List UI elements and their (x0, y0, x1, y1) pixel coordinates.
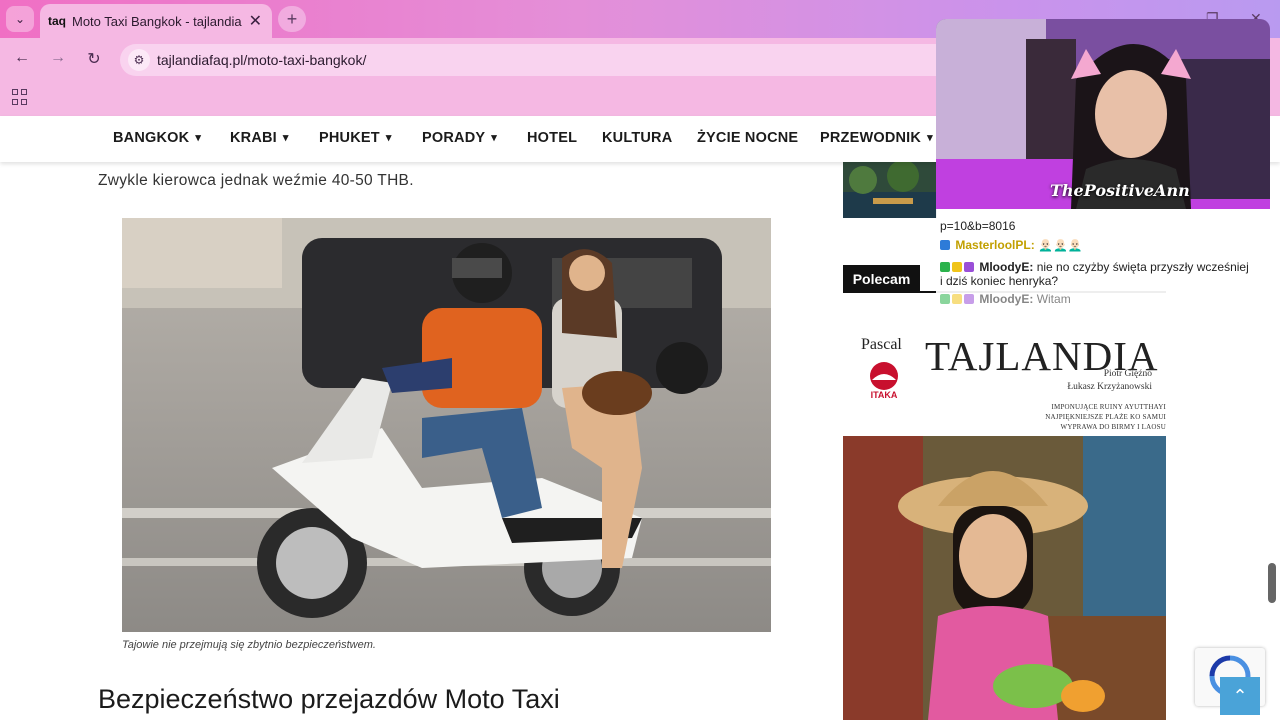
book-highlights: IMPONUJĄCE RUINY AYUTTHAYI NAJPIĘKNIEJSZ… (1045, 402, 1166, 432)
chat-username: MasterloolPL: (955, 238, 1035, 252)
nav-label: KULTURA (602, 130, 673, 146)
active-tab[interactable]: taq Moto Taxi Bangkok - tajlandiaF ✕ (40, 4, 272, 38)
imprint-label: ITAKA (871, 390, 898, 400)
chat-text: nie no czyżby święta przyszły wcześniej (1036, 260, 1249, 274)
subscriber-badge-icon (940, 240, 950, 250)
tab-search-button[interactable]: ⌄ (6, 6, 34, 32)
nav-label: PHUKET (319, 130, 380, 146)
chat-username: MloodyE: (979, 260, 1034, 274)
stream-overlay: ThePositiveAnn p=10&b=8016 MasterloolPL:… (936, 19, 1270, 309)
chevron-down-icon: ▾ (385, 132, 392, 144)
forward-icon[interactable]: → (46, 49, 70, 71)
resort-thumbnail-image (843, 162, 937, 218)
moderator-badge-icon (940, 294, 950, 304)
nav-label: PRZEWODNIK (820, 130, 922, 146)
book-ad[interactable]: Pascal ITAKA TAJLANDIA Piotr Gięźno Łuka… (843, 322, 1166, 720)
photo-caption: Tajowie nie przejmują się zbytnio bezpie… (122, 639, 376, 651)
nav-label: ŻYCIE NOCNE (697, 130, 799, 146)
chat-text: Witam (1036, 292, 1071, 306)
nav-label: PORADY (422, 130, 486, 146)
chat-username: MloodyE: (979, 292, 1034, 306)
moto-taxi-photo (122, 218, 771, 632)
scroll-to-top-button[interactable]: ⌃ (1220, 677, 1260, 715)
chat-panel: p=10&b=8016 MasterloolPL: 👨🏻‍🦲👨🏻‍🦲👨🏻‍🦲 M… (936, 209, 1270, 309)
scrollbar-thumb[interactable] (1268, 563, 1276, 603)
nav-item-phuket[interactable]: PHUKET ▾ (319, 130, 392, 146)
nav-item-hotel[interactable]: HOTEL (527, 130, 577, 146)
tab-title: Moto Taxi Bangkok - tajlandiaF (72, 13, 242, 29)
chevron-down-icon: ▾ (927, 132, 933, 144)
nav-item-bangkok[interactable]: BANGKOK ▾ (113, 130, 201, 146)
webcam-feed: ThePositiveAnn (936, 19, 1270, 209)
chat-message: p=10&b=8016 (940, 219, 1015, 233)
reload-icon[interactable]: ↻ (82, 49, 106, 71)
chevron-down-icon: ▾ (282, 132, 289, 144)
heart-badge-icon (952, 262, 962, 272)
new-tab-button[interactable]: + (278, 6, 306, 32)
nav-label: HOTEL (527, 130, 578, 146)
streamer-name: ThePositiveAnn (1050, 181, 1190, 200)
chat-message: MasterloolPL: 👨🏻‍🦲👨🏻‍🦲👨🏻‍🦲 (940, 238, 1083, 252)
heart-badge-icon (952, 294, 962, 304)
section-heading: Bezpieczeństwo przejazdów Moto Taxi (98, 684, 560, 714)
chevron-down-icon: ▾ (195, 132, 202, 144)
author-name: Łukasz Krzyżanowski (1067, 382, 1152, 392)
nav-item-krabi[interactable]: KRABI ▾ (230, 130, 289, 146)
vip-badge-icon (964, 294, 974, 304)
article-paragraph: Zwykle kierowca jednak weźmie 40-50 THB. (98, 172, 414, 189)
apps-grid-icon[interactable] (12, 89, 28, 105)
nav-label: BANGKOK (113, 130, 190, 146)
close-tab-icon[interactable]: ✕ (249, 11, 262, 31)
nav-item-porady[interactable]: PORADY ▾ (422, 130, 497, 146)
url-text: tajlandiafaq.pl/moto-taxi-bangkok/ (157, 52, 367, 68)
chat-text: p=10&b=8016 (940, 219, 1016, 233)
sidebar-thumbnail[interactable] (843, 162, 937, 218)
site-info-icon[interactable]: ⚙ (128, 49, 150, 71)
chat-message: i dziś koniec henryka? (940, 274, 1058, 288)
back-icon[interactable]: ← (10, 49, 34, 71)
nav-item-zycie-nocne[interactable]: ŻYCIE NOCNE (697, 130, 798, 146)
chat-text: i dziś koniec henryka? (940, 274, 1059, 288)
chat-text: 👨🏻‍🦲👨🏻‍🦲👨🏻‍🦲 (1038, 238, 1083, 252)
sidebar-section-title: Polecam (843, 265, 920, 293)
vip-badge-icon (964, 262, 974, 272)
book-cover-photo (843, 436, 1166, 720)
screen: ⌄ taq Moto Taxi Bangkok - tajlandiaF ✕ +… (0, 0, 1280, 720)
book-highlight: WYPRAWA DO BIRMY I LAOSU (1060, 423, 1166, 431)
nav-label: KRABI (230, 130, 277, 146)
chat-message: MloodyE: nie no czyżby święta przyszły w… (940, 260, 1249, 274)
itaka-logo-icon: ITAKA (870, 362, 898, 400)
book-authors: Piotr Gięźno Łukasz Krzyżanowski (1067, 368, 1152, 394)
chevron-down-icon: ▾ (491, 132, 497, 144)
book-highlight: IMPONUJĄCE RUINY AYUTTHAYI (1051, 403, 1166, 411)
moto-taxi-image (122, 218, 771, 632)
nav-item-przewodnik[interactable]: PRZEWODNIK ▾ (820, 130, 933, 146)
publisher-name: Pascal (861, 336, 902, 353)
chat-message: MloodyE: Witam (940, 292, 1071, 306)
site-favicon-icon: taq (48, 14, 66, 28)
chevron-up-icon: ⌃ (1232, 685, 1248, 706)
nav-item-kultura[interactable]: KULTURA (602, 130, 672, 146)
book-highlight: NAJPIĘKNIEJSZE PLAŻE KO SAMUI (1045, 413, 1166, 421)
author-name: Piotr Gięźno (1103, 369, 1152, 379)
cover-girl-image (843, 436, 1166, 720)
moderator-badge-icon (940, 262, 950, 272)
